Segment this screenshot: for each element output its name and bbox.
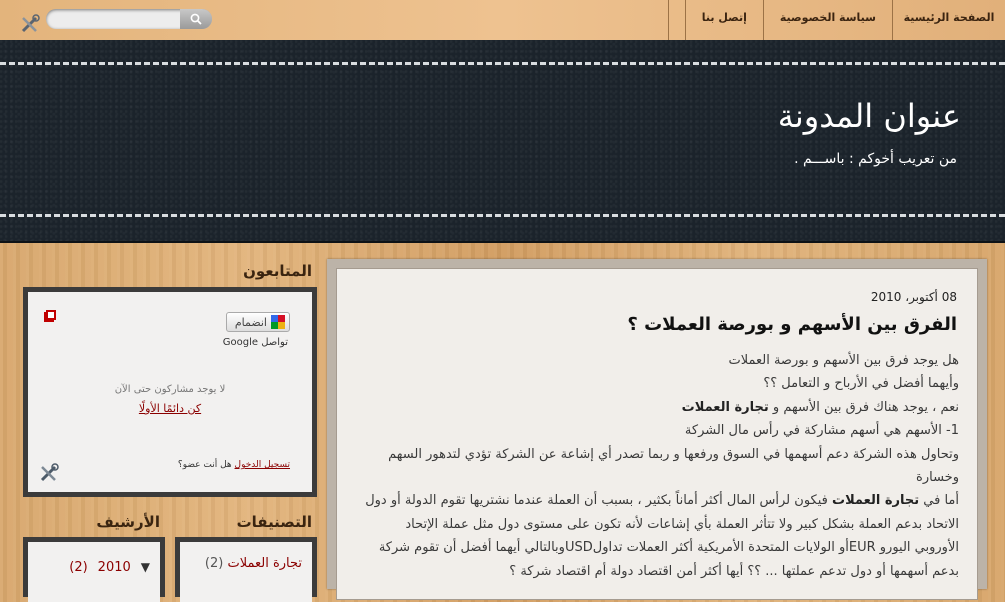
nav-item-privacy[interactable]: سياسة الخصوصية (762, 0, 892, 40)
post-paragraph: وتحاول هذه الشركة دعم أسهمها في السوق ور… (388, 446, 959, 486)
search-input[interactable] (52, 11, 180, 29)
red-windows-icon[interactable] (44, 310, 56, 325)
post-paragraph: 1- الأسهم هي أسهم مشاركة في رأس مال الشر… (684, 423, 959, 439)
be-first-link[interactable]: كن دائمًا الأولًا (28, 402, 312, 415)
tools-icon[interactable] (19, 13, 41, 35)
category-label[interactable]: تجارة العملات (227, 556, 302, 571)
tools-icon[interactable] (38, 462, 60, 484)
nav-item-home[interactable]: الصفحة الرئيسية (892, 0, 1005, 40)
categories-title: التصنيفات (236, 513, 312, 531)
no-followers-text: لا يوجد مشاركون حتى الآن (114, 384, 226, 395)
stitch-line-top (0, 62, 1005, 65)
post-paragraph: وأيهما أفضل في الأرباح و التعامل ؟؟ (763, 376, 959, 392)
nav-item-contact[interactable]: إتصل بنا (684, 0, 763, 40)
category-count: (2) (204, 556, 224, 571)
categories-panel: تجارة العملات (2) (180, 542, 312, 602)
post-paragraph: هل يوجد فرق بين الأسهم و بورصة العملات (728, 353, 959, 368)
followers-title: المتابعون (243, 262, 312, 280)
google-friend-connect-icon (271, 315, 285, 329)
archive-widget: ▼ 2010 (2) (23, 537, 165, 602)
category-item[interactable]: تجارة العملات (2) (205, 556, 302, 571)
join-button-label: انضمام (234, 315, 267, 329)
stitch-line-bottom (0, 214, 1005, 217)
blog-header: عنوان المدونة من تعريب أخوكم : باســـم . (0, 40, 1005, 243)
archive-title: الأرشيف (96, 513, 160, 531)
post-frame: 08 أكتوبر، 2010 الفرق بين الأسهم و بورصة… (327, 259, 987, 600)
search-box (46, 9, 212, 29)
followers-panel: انضمام Google تواصل لا يوجد مشاركون حتى … (28, 292, 312, 492)
member-question-text: هل أنت عضو؟ (177, 460, 232, 470)
blog-title[interactable]: عنوان المدونة (778, 97, 961, 135)
join-button[interactable]: انضمام (226, 312, 290, 332)
post-title[interactable]: الفرق بين الأسهم و بورصة العملات ؟ (627, 314, 957, 335)
archive-count: (2) (69, 560, 88, 575)
blog-description: من تعريب أخوكم : باســـم . (794, 151, 957, 167)
main-nav: الصفحة الرئيسية سياسة الخصوصية إتصل بنا (667, 0, 1005, 40)
post: 08 أكتوبر، 2010 الفرق بين الأسهم و بورصة… (336, 268, 978, 600)
post-paragraph: أما في تجارة العملات فيكون لرأس المال أك… (365, 493, 959, 579)
expand-triangle-icon[interactable]: ▼ (141, 560, 150, 575)
bold-phrase: تجارة العملات (681, 399, 769, 415)
post-body: هل يوجد فرق بين الأسهم و بورصة العملات و… (359, 349, 959, 583)
archive-panel: ▼ 2010 (2) (28, 542, 160, 602)
top-navigation-bar: الصفحة الرئيسية سياسة الخصوصية إتصل بنا (0, 0, 1005, 41)
post-paragraph: نعم ، يوجد هناك فرق بين الأسهم و تجارة ا… (681, 399, 959, 415)
gfc-label: Google تواصل (222, 337, 288, 348)
post-date: 08 أكتوبر، 2010 (870, 290, 957, 304)
archive-year-row[interactable]: ▼ 2010 (2) (69, 560, 150, 575)
nav-divider (669, 0, 685, 40)
archive-year[interactable]: 2010 (98, 560, 131, 575)
bold-phrase: تجارة العملات (832, 493, 920, 509)
member-question: تسجيل الدخول هل أنت عضو؟ (178, 460, 290, 470)
categories-widget: تجارة العملات (2) (175, 537, 317, 602)
search-icon (190, 13, 202, 25)
search-button[interactable] (180, 9, 212, 29)
login-link[interactable]: تسجيل الدخول (235, 460, 290, 470)
followers-widget: انضمام Google تواصل لا يوجد مشاركون حتى … (23, 287, 317, 497)
